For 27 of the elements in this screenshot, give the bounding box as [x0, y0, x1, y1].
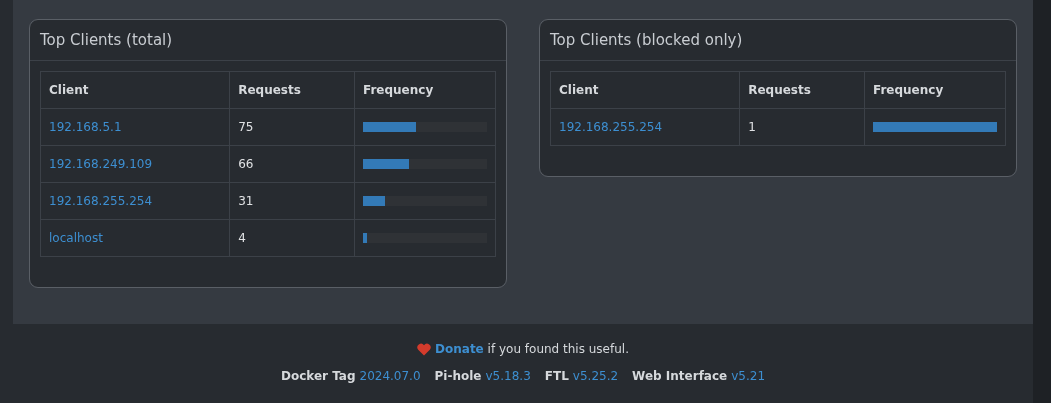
column-header: Requests: [739, 71, 865, 109]
column-header: Client: [550, 71, 740, 109]
column-header: Requests: [229, 71, 355, 109]
version-link[interactable]: v5.25.2: [572, 369, 619, 383]
version-label: Pi-hole: [434, 369, 482, 383]
card-title: Top Clients (total): [40, 31, 173, 49]
table-cell: 1: [739, 108, 865, 146]
card-title: Top Clients (blocked only): [550, 31, 743, 49]
client-link[interactable]: 192.168.5.1: [49, 120, 122, 134]
client-link[interactable]: localhost: [49, 231, 103, 245]
heart-icon: [417, 342, 432, 356]
column-header: Frequency: [864, 71, 1006, 109]
version-label: Docker Tag: [280, 369, 356, 383]
donate-message: Donate if you found this useful.: [435, 342, 629, 356]
version-label: Web Interface: [632, 369, 728, 383]
table-cell: 31: [229, 182, 355, 220]
version-label: FTL: [544, 369, 569, 383]
table-cell: 4: [229, 219, 355, 257]
table-cell: 66: [229, 145, 355, 183]
version-link[interactable]: v5.21: [731, 369, 766, 383]
table-cell: 75: [229, 108, 355, 146]
column-header: Frequency: [354, 71, 496, 109]
version-link[interactable]: 2024.07.0: [359, 369, 421, 383]
version-link[interactable]: v5.18.3: [485, 369, 531, 383]
donate-link[interactable]: Donate: [435, 342, 484, 356]
column-header: Client: [40, 71, 230, 109]
scrollbar[interactable]: [1033, 0, 1051, 403]
